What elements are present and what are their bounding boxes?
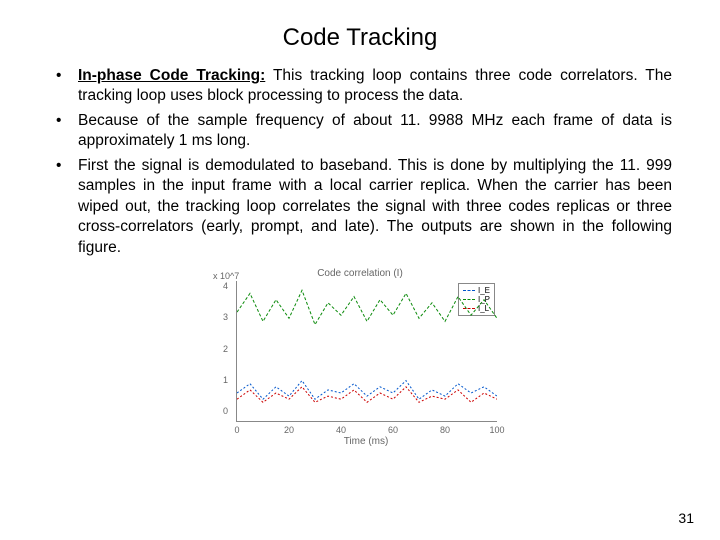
list-item: In-phase Code Tracking: This tracking lo… xyxy=(48,66,672,107)
y-tick: 4 xyxy=(223,281,228,291)
y-tick: 0 xyxy=(223,406,228,416)
list-item: Because of the sample frequency of about… xyxy=(48,111,672,152)
x-tick: 80 xyxy=(440,425,450,435)
x-axis-label: Time (ms) xyxy=(236,436,496,447)
y-tick: 2 xyxy=(223,344,228,354)
bullet-text: First the signal is demodulated to baseb… xyxy=(78,157,672,256)
x-tick: 100 xyxy=(489,425,504,435)
x-tick: 20 xyxy=(284,425,294,435)
bullet-bold: In-phase Code Tracking: xyxy=(78,67,265,84)
bullet-text: Because of the sample frequency of about… xyxy=(78,112,672,149)
chart-lines xyxy=(237,281,497,421)
list-item: First the signal is demodulated to baseb… xyxy=(48,156,672,258)
x-tick: 60 xyxy=(388,425,398,435)
page-title: Code Tracking xyxy=(0,0,720,66)
chart-title: Code correlation (I) xyxy=(210,268,510,279)
chart-plot-area: x 10^7 0 1 2 3 4 0 20 40 60 80 100 I_E I… xyxy=(236,281,497,422)
y-exponent-label: x 10^7 xyxy=(213,271,239,281)
y-tick: 1 xyxy=(223,375,228,385)
y-tick: 3 xyxy=(223,312,228,322)
body-text: In-phase Code Tracking: This tracking lo… xyxy=(0,66,720,258)
bullet-list: In-phase Code Tracking: This tracking lo… xyxy=(48,66,672,258)
page-number: 31 xyxy=(678,510,694,526)
x-tick: 0 xyxy=(234,425,239,435)
chart-container: Code correlation (I) x 10^7 0 1 2 3 4 0 … xyxy=(0,268,720,447)
x-tick: 40 xyxy=(336,425,346,435)
